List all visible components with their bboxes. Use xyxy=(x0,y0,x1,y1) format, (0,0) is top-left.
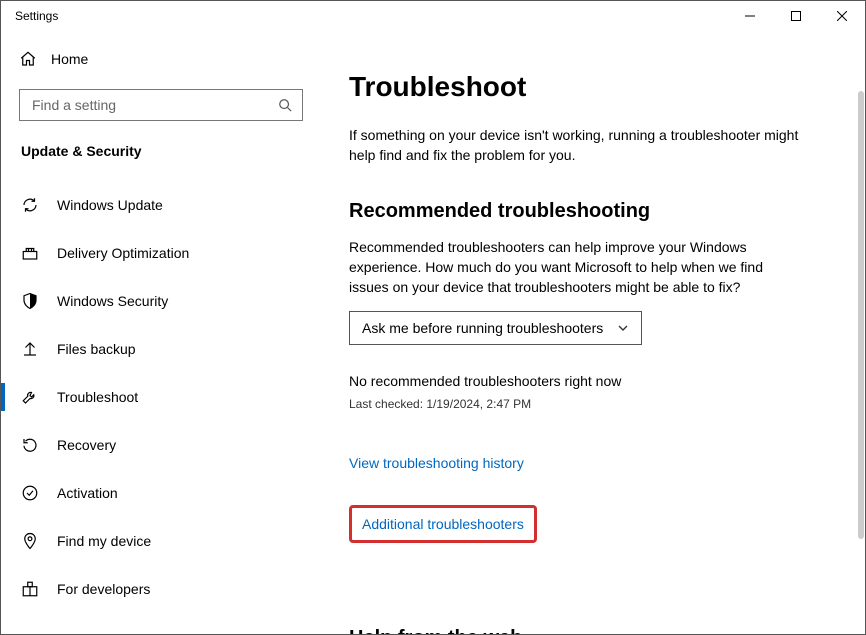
no-recommended-text: No recommended troubleshooters right now xyxy=(349,373,821,389)
sidebar-item-find-my-device[interactable]: Find my device xyxy=(19,519,303,563)
sidebar-item-label: Windows Security xyxy=(57,293,168,309)
home-button[interactable]: Home xyxy=(19,39,303,79)
location-icon xyxy=(21,532,39,550)
check-circle-icon xyxy=(21,484,39,502)
home-icon xyxy=(19,50,37,68)
backup-icon xyxy=(21,340,39,358)
sidebar-item-windows-security[interactable]: Windows Security xyxy=(19,279,303,323)
sidebar-item-label: Windows Update xyxy=(57,197,163,213)
sidebar-item-label: Find my device xyxy=(57,533,151,549)
main-content: Troubleshoot If something on your device… xyxy=(321,31,865,634)
settings-window: Settings Home xyxy=(0,0,866,635)
close-button[interactable] xyxy=(819,1,865,31)
sidebar-item-label: For developers xyxy=(57,581,150,597)
sidebar-item-delivery-optimization[interactable]: Delivery Optimization xyxy=(19,231,303,275)
additional-troubleshooters-link[interactable]: Additional troubleshooters xyxy=(362,516,524,532)
sidebar-category: Update & Security xyxy=(19,143,303,159)
sidebar-item-troubleshoot[interactable]: Troubleshoot xyxy=(19,375,303,419)
window-title: Settings xyxy=(15,9,58,23)
sidebar-item-label: Files backup xyxy=(57,341,136,357)
dropdown-value: Ask me before running troubleshooters xyxy=(362,320,603,336)
search-box[interactable] xyxy=(19,89,303,121)
sidebar-nav: Windows Update Delivery Optimization Win… xyxy=(19,183,303,611)
page-title: Troubleshoot xyxy=(349,71,821,103)
maximize-button[interactable] xyxy=(773,1,819,31)
recommended-desc: Recommended troubleshooters can help imp… xyxy=(349,237,799,298)
search-icon xyxy=(278,98,292,112)
window-body: Home Update & Security Windows Update xyxy=(1,31,865,634)
shield-icon xyxy=(21,292,39,310)
sidebar-item-label: Recovery xyxy=(57,437,116,453)
recommended-heading: Recommended troubleshooting xyxy=(349,200,821,223)
recovery-icon xyxy=(21,436,39,454)
window-controls xyxy=(727,1,865,31)
view-history-link[interactable]: View troubleshooting history xyxy=(349,455,524,471)
chevron-down-icon xyxy=(617,322,629,334)
minimize-button[interactable] xyxy=(727,1,773,31)
sidebar-item-windows-update[interactable]: Windows Update xyxy=(19,183,303,227)
sidebar-item-for-developers[interactable]: For developers xyxy=(19,567,303,611)
home-label: Home xyxy=(51,51,88,67)
scrollbar[interactable] xyxy=(858,91,864,539)
delivery-icon xyxy=(21,244,39,262)
sidebar-item-label: Activation xyxy=(57,485,118,501)
last-checked-text: Last checked: 1/19/2024, 2:47 PM xyxy=(349,397,821,411)
sync-icon xyxy=(21,196,39,214)
sidebar-item-activation[interactable]: Activation xyxy=(19,471,303,515)
web-help-heading: Help from the web xyxy=(349,627,821,634)
sidebar-item-label: Troubleshoot xyxy=(57,389,138,405)
troubleshoot-preference-dropdown[interactable]: Ask me before running troubleshooters xyxy=(349,311,642,345)
highlight-box: Additional troubleshooters xyxy=(349,505,537,543)
developers-icon xyxy=(21,580,39,598)
titlebar: Settings xyxy=(1,1,865,31)
wrench-icon xyxy=(21,388,39,406)
search-input[interactable] xyxy=(30,96,292,114)
sidebar-item-label: Delivery Optimization xyxy=(57,245,189,261)
sidebar-item-files-backup[interactable]: Files backup xyxy=(19,327,303,371)
sidebar: Home Update & Security Windows Update xyxy=(1,31,321,634)
sidebar-item-recovery[interactable]: Recovery xyxy=(19,423,303,467)
page-intro: If something on your device isn't workin… xyxy=(349,125,799,166)
